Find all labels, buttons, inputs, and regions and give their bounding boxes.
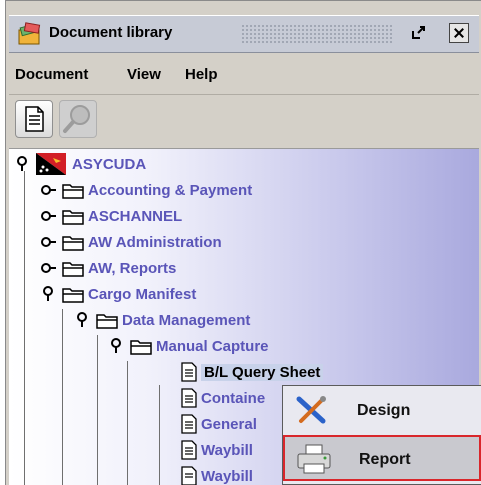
tree-label: Data Management [122,311,251,329]
folder-open-icon [96,314,118,329]
tree-label: AW Administration [88,233,222,251]
tree-node[interactable]: ASCHANNEL [39,204,182,228]
tree-label: Waybill [201,441,253,459]
tree-node-root[interactable]: ASYCUDA [13,152,146,176]
tree-connector [127,361,128,485]
expanded-handle-icon [43,286,53,301]
tree-label: Waybill [201,467,253,485]
window-title: Document library [49,24,173,41]
tree-node[interactable]: Accounting & Payment [39,178,252,202]
tree-label: AW, Reports [88,259,177,277]
float-icon [412,26,425,39]
document-icon [181,388,197,408]
tree-label: B/L Query Sheet [201,363,324,381]
collapsed-handle-icon [41,237,56,247]
collapsed-handle-icon [41,211,56,221]
tree-label: Cargo Manifest [88,285,197,303]
tree-label: General [201,415,257,433]
expanded-handle-icon [111,338,121,353]
expanded-handle-icon [17,156,27,171]
tree-leaf[interactable]: General [181,412,257,436]
tree-connector [62,309,63,485]
menu-help[interactable]: Help [185,66,218,83]
document-icon [181,440,197,460]
folder-icon [62,210,84,225]
tree-connector [24,171,25,485]
folder-open-icon [62,288,84,303]
tree-label: Manual Capture [156,337,269,355]
folder-icon [62,262,84,277]
menu-document[interactable]: Document [15,66,88,83]
tree-leaf[interactable]: Containe [181,386,265,410]
toolbar [9,95,479,145]
app-icon [18,22,41,45]
document-library-window: Document library Document View Help ASYC… [5,0,481,485]
menu-view[interactable]: View [127,66,161,83]
context-menu-design[interactable]: Design [283,388,481,434]
collapsed-handle-icon [41,263,56,273]
document-icon [181,414,197,434]
tree-node-data-management[interactable]: Data Management [73,308,250,332]
folder-icon [62,184,84,199]
float-window-button[interactable] [407,22,431,46]
context-menu-label: Report [359,451,411,468]
tree-node-manual-capture[interactable]: Manual Capture [107,334,269,358]
folder-open-icon [130,340,152,355]
tree-node[interactable]: AW, Reports [39,256,176,280]
tree-connector [159,385,160,485]
tree-label: Containe [201,389,266,407]
tree-node[interactable]: AW Administration [39,230,222,254]
tree-label: Accounting & Payment [88,181,253,199]
magnifier-icon [63,105,90,133]
tree-leaf[interactable]: Waybill [181,438,253,462]
context-menu-label: Design [357,402,411,419]
search-button[interactable] [59,100,97,138]
tree-label: ASYCUDA [72,155,147,173]
tree-connector [97,335,98,485]
tree-node-cargo-manifest[interactable]: Cargo Manifest [39,282,196,306]
folder-icon [62,236,84,251]
document-icon [181,466,197,485]
document-icon [25,106,44,132]
context-menu-report[interactable]: Report [283,435,481,481]
collapsed-handle-icon [41,185,56,195]
context-menu: Design Report [282,385,481,485]
title-bar-grip [241,24,393,44]
tree-leaf[interactable]: Waybill [181,464,253,485]
document-icon [181,362,197,382]
printer-icon [297,444,331,474]
menu-bar: Document View Help [9,54,479,95]
title-bar: Document library [9,15,479,53]
flag-icon [36,153,66,175]
tree-leaf-bl-query-sheet[interactable]: B/L Query Sheet [181,360,324,384]
design-tools-icon [296,396,326,424]
close-button[interactable] [449,23,469,43]
expanded-handle-icon [77,312,87,327]
new-document-button[interactable] [15,100,53,138]
tree-label: ASCHANNEL [88,207,183,225]
